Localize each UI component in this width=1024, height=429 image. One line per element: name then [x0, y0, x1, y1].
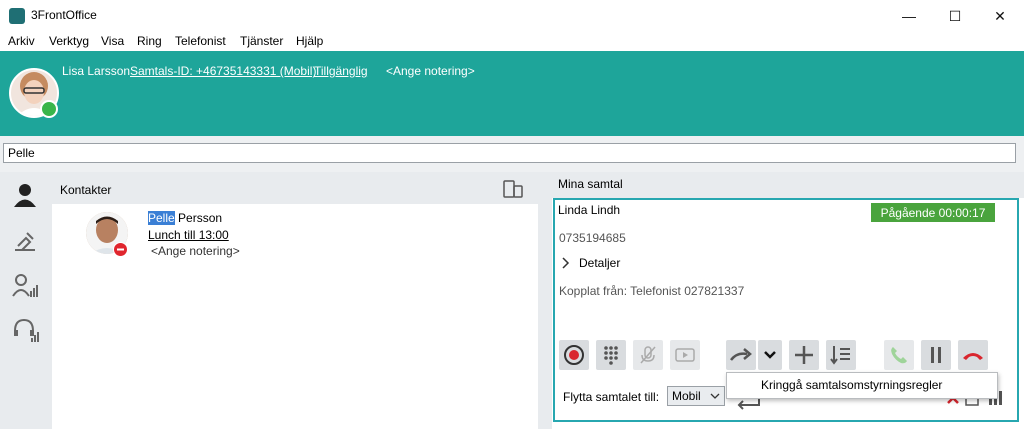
contact-note[interactable]: <Ange notering> [151, 244, 240, 258]
video-icon[interactable] [670, 340, 700, 370]
call-id-link[interactable]: Samtals-ID: +46735143331 (Mobil) [130, 64, 316, 78]
add-icon[interactable] [789, 340, 819, 370]
hand-pen-icon[interactable] [10, 226, 40, 256]
headset-icon[interactable] [10, 315, 40, 345]
menu-verktyg[interactable]: Verktyg [49, 34, 89, 48]
availability-link[interactable]: Tillgänglig [314, 64, 368, 78]
dialpad-icon[interactable] [596, 340, 626, 370]
menu-tjanster[interactable]: Tjänster [240, 34, 283, 48]
user-presence-indicator [40, 100, 58, 118]
panel-divider[interactable] [538, 172, 552, 429]
transferred-from: Kopplat från: Telefonist 027821337 [559, 284, 745, 298]
menu-telefonist[interactable]: Telefonist [175, 34, 226, 48]
user-note[interactable]: <Ange notering> [386, 64, 475, 78]
caller-number: 0735194685 [559, 231, 626, 245]
dropdown-icon[interactable] [758, 340, 782, 370]
contact-name[interactable]: Pelle Persson [148, 211, 222, 225]
move-call-value: Mobil [672, 389, 701, 403]
details-toggle[interactable]: Detaljer [579, 256, 620, 270]
maximize-button[interactable]: ☐ [932, 0, 978, 32]
forward-icon[interactable] [726, 340, 756, 370]
hangup-icon[interactable] [958, 340, 988, 370]
contact-status-link[interactable]: Lunch till 13:00 [148, 228, 229, 242]
user-name: Lisa Larsson [62, 64, 131, 78]
search-input[interactable] [3, 143, 1016, 163]
record-icon[interactable] [559, 340, 589, 370]
menu-ring[interactable]: Ring [137, 34, 162, 48]
pause-icon[interactable] [921, 340, 951, 370]
bypass-rules-menu-item[interactable]: Kringgå samtalsomstyrningsregler [761, 378, 942, 392]
queue-icon[interactable] [826, 340, 856, 370]
calls-header [552, 172, 1024, 198]
call-status-badge: Pågående 00:00:17 [871, 203, 995, 222]
window-title: 3FrontOffice [31, 8, 97, 22]
chevron-right-icon[interactable] [560, 257, 572, 269]
minimize-button[interactable]: — [886, 0, 932, 32]
group-icon[interactable] [10, 271, 40, 301]
contact-icon[interactable] [10, 180, 40, 210]
menu-hjalp[interactable]: Hjälp [296, 34, 323, 48]
answer-icon[interactable] [884, 340, 914, 370]
mute-icon[interactable] [633, 340, 663, 370]
contacts-list [56, 204, 538, 429]
caller-name: Linda Lindh [558, 203, 621, 217]
close-button[interactable]: ✕ [977, 0, 1023, 32]
menu-visa[interactable]: Visa [101, 34, 124, 48]
contacts-header [52, 172, 538, 204]
menu-arkiv[interactable]: Arkiv [8, 34, 35, 48]
move-call-select[interactable]: Mobil [667, 386, 725, 406]
move-call-label: Flytta samtalet till: [563, 390, 660, 404]
app-icon [9, 8, 25, 24]
device-toggle-icon[interactable] [502, 178, 524, 200]
contact-busy-indicator [113, 242, 128, 257]
contact-name-match: Pelle [148, 211, 175, 225]
contact-last-name: Persson [174, 211, 223, 225]
chevron-down-icon [710, 390, 720, 404]
title-bar [0, 0, 1024, 32]
contacts-title: Kontakter [60, 183, 112, 197]
calls-title: Mina samtal [558, 177, 623, 191]
